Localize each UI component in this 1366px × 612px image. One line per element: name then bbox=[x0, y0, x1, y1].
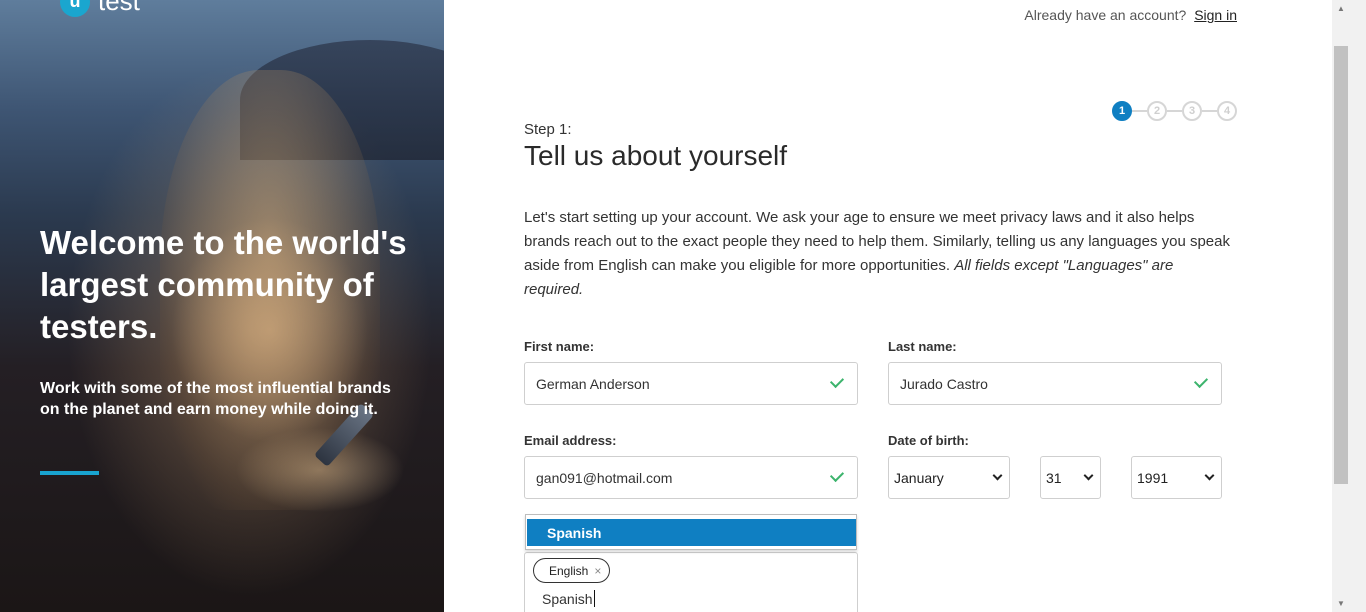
chevron-down-icon bbox=[1204, 470, 1215, 481]
step-connector bbox=[1202, 110, 1217, 112]
step-1: 1 bbox=[1112, 101, 1132, 121]
hero-subtitle: Work with some of the most influential b… bbox=[40, 380, 391, 418]
scroll-thumb[interactable] bbox=[1334, 46, 1348, 484]
first-name-value: German Anderson bbox=[536, 375, 650, 392]
scroll-up-icon[interactable]: ▲ bbox=[1335, 2, 1347, 14]
dob-year-value: 1991 bbox=[1137, 469, 1169, 486]
step-4: 4 bbox=[1217, 101, 1237, 121]
step-3: 3 bbox=[1182, 101, 1202, 121]
check-icon bbox=[829, 373, 845, 389]
step-indicator: 1 2 3 4 bbox=[1112, 101, 1237, 121]
dob-label: Date of birth: bbox=[888, 433, 969, 448]
dob-month-value: January bbox=[894, 469, 944, 486]
step-connector bbox=[1132, 110, 1147, 112]
dob-year-select[interactable]: 1991 bbox=[1131, 456, 1222, 499]
check-icon bbox=[829, 467, 845, 483]
hero-panel: u test Welcome to the world's largest co… bbox=[0, 0, 444, 612]
last-name-field[interactable]: Jurado Castro bbox=[888, 362, 1222, 405]
step-2: 2 bbox=[1147, 101, 1167, 121]
signin-prompt: Already have an account? Sign in bbox=[1024, 7, 1237, 23]
dob-month-select[interactable]: January bbox=[888, 456, 1010, 499]
first-name-label: First name: bbox=[524, 339, 595, 354]
language-chip-english[interactable]: English × bbox=[533, 558, 611, 583]
email-label: Email address: bbox=[524, 433, 617, 448]
dropdown-option-spanish[interactable]: Spanish bbox=[527, 519, 856, 546]
language-chip-label: English bbox=[549, 563, 589, 578]
logo-text: test bbox=[98, 0, 140, 16]
email-field[interactable]: gan091@hotmail.com bbox=[524, 456, 858, 499]
intro-text: Let's start setting up your account. We … bbox=[524, 206, 1236, 302]
have-account-text: Already have an account? bbox=[1024, 7, 1187, 23]
languages-input[interactable]: Spanish bbox=[542, 590, 595, 607]
email-value: gan091@hotmail.com bbox=[536, 469, 673, 486]
check-icon bbox=[1193, 373, 1209, 389]
logo-mark: u bbox=[60, 0, 90, 17]
logo[interactable]: u test bbox=[60, 0, 140, 17]
close-icon[interactable]: × bbox=[594, 564, 601, 578]
dob-day-value: 31 bbox=[1046, 469, 1062, 486]
scroll-down-icon[interactable]: ▼ bbox=[1335, 597, 1347, 609]
languages-input-value: Spanish bbox=[542, 590, 593, 607]
languages-dropdown: Spanish bbox=[525, 514, 857, 550]
page-title: Tell us about yourself bbox=[524, 140, 788, 171]
hero-divider bbox=[40, 471, 99, 475]
languages-field[interactable]: English × Spanish bbox=[524, 552, 858, 612]
last-name-label: Last name: bbox=[888, 339, 957, 354]
step-connector bbox=[1167, 110, 1182, 112]
chevron-down-icon bbox=[1083, 470, 1094, 481]
scrollbar[interactable]: ▲ ▼ bbox=[1332, 0, 1366, 612]
sign-in-link[interactable]: Sign in bbox=[1194, 7, 1237, 23]
last-name-value: Jurado Castro bbox=[900, 375, 988, 392]
dob-day-select[interactable]: 31 bbox=[1040, 456, 1101, 499]
first-name-field[interactable]: German Anderson bbox=[524, 362, 858, 405]
chevron-down-icon bbox=[992, 470, 1003, 481]
step-label: Step 1: bbox=[524, 121, 572, 138]
text-caret bbox=[593, 590, 595, 607]
hero-title: Welcome to the world's largest community… bbox=[40, 224, 407, 345]
